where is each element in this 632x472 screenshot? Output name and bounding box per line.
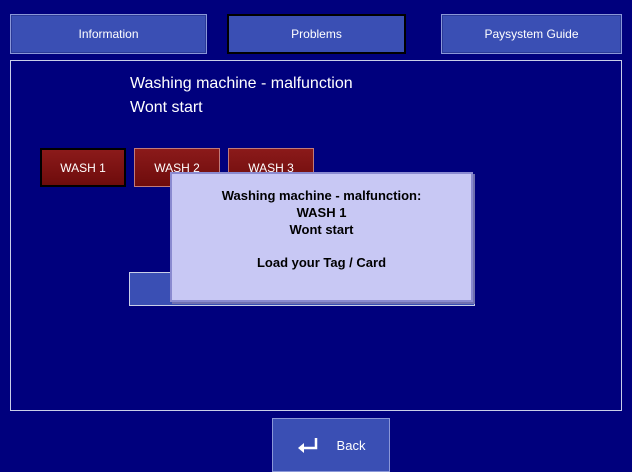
dialog-line-4: Load your Tag / Card	[256, 255, 387, 270]
tab-paysystem-guide[interactable]: Paysystem Guide	[441, 14, 622, 54]
dialog-line-3: Wont start	[289, 222, 354, 237]
tab-problems-label: Problems	[291, 27, 342, 41]
wash-1-label: WASH 1	[60, 160, 106, 175]
tab-paysystem-guide-label: Paysystem Guide	[484, 27, 579, 41]
return-arrow-icon	[297, 438, 317, 453]
message-dialog: Washing machine - malfunction: WASH 1 Wo…	[170, 172, 473, 302]
back-button[interactable]: Back	[272, 418, 390, 472]
back-label: Back	[336, 437, 366, 453]
page-title: Washing machine - malfunction	[130, 75, 353, 92]
page-subtitle: Wont start	[130, 99, 203, 116]
tab-information-label: Information	[78, 27, 139, 41]
tab-problems[interactable]: Problems	[227, 14, 406, 54]
dialog-line-2: WASH 1	[296, 205, 347, 220]
tab-information[interactable]: Information	[10, 14, 207, 54]
dialog-line-1: Washing machine - malfunction:	[221, 188, 422, 203]
wash-1-button[interactable]: WASH 1	[40, 148, 126, 187]
